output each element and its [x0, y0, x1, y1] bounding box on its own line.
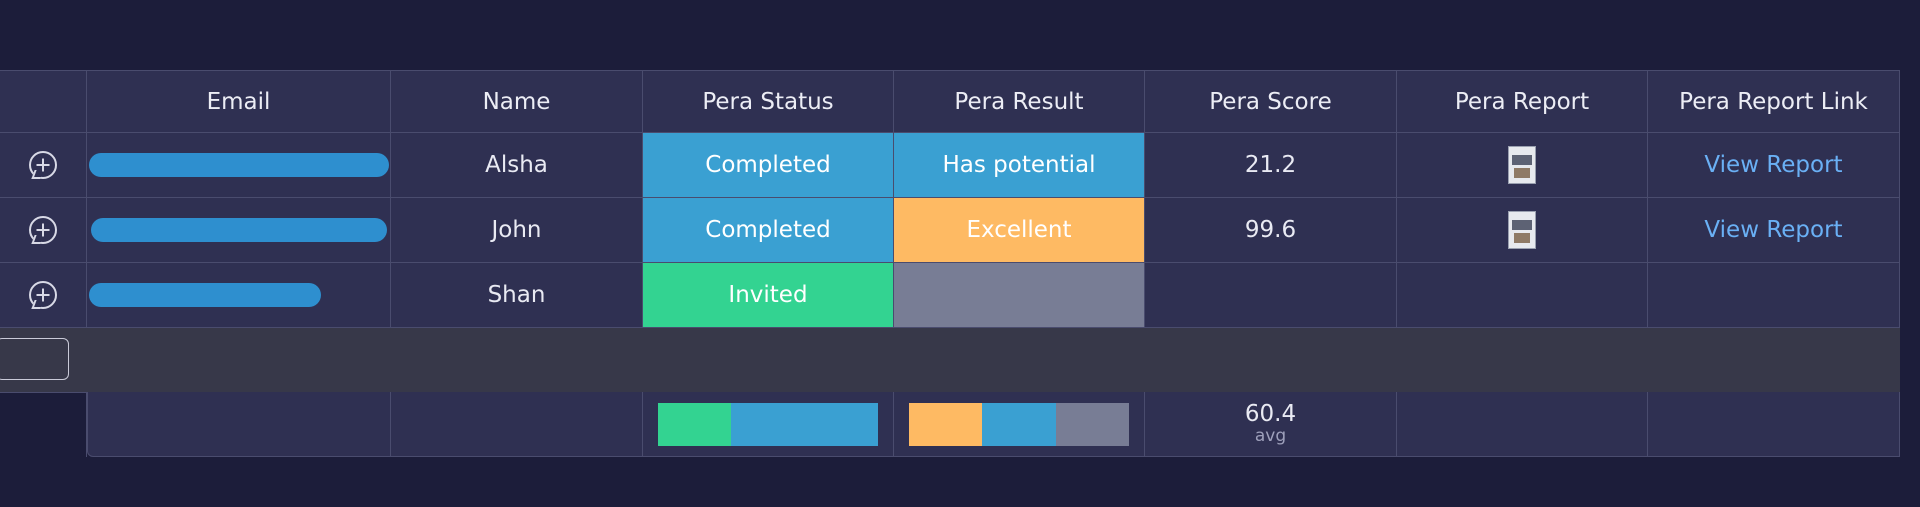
status-cell[interactable]: Completed — [643, 133, 894, 198]
status-summary-bar[interactable] — [658, 402, 878, 446]
header-pera-status[interactable]: Pera Status — [643, 70, 894, 133]
header-pera-report[interactable]: Pera Report — [1397, 70, 1648, 133]
summary-report — [1397, 392, 1648, 457]
header-action-column — [0, 70, 87, 133]
header-pera-report-link[interactable]: Pera Report Link — [1648, 70, 1900, 133]
summary-segment — [658, 402, 732, 446]
result-cell[interactable]: Has potential — [894, 133, 1145, 198]
header-email[interactable]: Email — [87, 70, 391, 133]
summary-report-link — [1648, 392, 1900, 457]
report-cell[interactable] — [1397, 133, 1648, 198]
report-thumbnail-icon[interactable] — [1508, 146, 1536, 184]
status-summary-cell[interactable] — [643, 392, 894, 457]
summary-row: 60.4 avg — [0, 392, 1900, 457]
row-add-update-cell[interactable] — [0, 263, 87, 328]
email-cell[interactable] — [87, 263, 391, 328]
score-summary-cell[interactable]: 60.4 avg — [1145, 392, 1397, 457]
score-average: 60.4 avg — [1245, 403, 1296, 445]
header-pera-score[interactable]: Pera Score — [1145, 70, 1397, 133]
row-add-update-cell[interactable] — [0, 133, 87, 198]
result-summary-bar[interactable] — [909, 402, 1129, 446]
add-item-row — [0, 328, 1900, 393]
redacted-email — [89, 283, 321, 307]
summary-segment — [982, 402, 1056, 446]
header-name[interactable]: Name — [391, 70, 643, 133]
summary-segment — [1055, 402, 1129, 446]
table-row: Alsha Completed Has potential 21.2 View … — [0, 133, 1900, 198]
view-report-link[interactable]: View Report — [1648, 133, 1900, 198]
report-cell[interactable] — [1397, 263, 1648, 328]
average-value: 60.4 — [1244, 401, 1297, 427]
result-summary-cell[interactable] — [894, 392, 1145, 457]
name-cell[interactable]: Alsha — [391, 133, 643, 198]
result-cell[interactable]: Excellent — [894, 198, 1145, 263]
table-row: Shan Invited — [0, 263, 1900, 328]
add-update-icon[interactable] — [29, 281, 57, 309]
status-cell[interactable]: Completed — [643, 198, 894, 263]
header-pera-result[interactable]: Pera Result — [894, 70, 1145, 133]
row-add-update-cell[interactable] — [0, 198, 87, 263]
view-report-link[interactable]: View Report — [1648, 198, 1900, 263]
score-cell[interactable] — [1145, 263, 1397, 328]
table-row: John Completed Excellent 99.6 View Repor… — [0, 198, 1900, 263]
email-cell[interactable] — [87, 198, 391, 263]
average-label: avg — [1254, 426, 1287, 446]
score-cell[interactable]: 99.6 — [1145, 198, 1397, 263]
add-item-input[interactable] — [0, 338, 69, 380]
summary-name — [391, 392, 643, 457]
name-cell[interactable]: Shan — [391, 263, 643, 328]
table-header: Email Name Pera Status Pera Result Pera … — [0, 70, 1900, 133]
summary-email — [87, 392, 391, 457]
email-cell[interactable] — [87, 133, 391, 198]
report-cell[interactable] — [1397, 198, 1648, 263]
add-update-icon[interactable] — [29, 216, 57, 244]
report-link-cell[interactable] — [1648, 263, 1900, 328]
score-cell[interactable]: 21.2 — [1145, 133, 1397, 198]
report-thumbnail-icon[interactable] — [1508, 211, 1536, 249]
summary-spacer — [0, 392, 87, 457]
result-cell[interactable] — [894, 263, 1145, 328]
add-update-icon[interactable] — [29, 151, 57, 179]
redacted-email — [90, 218, 387, 242]
name-cell[interactable]: John — [391, 198, 643, 263]
summary-segment — [731, 402, 878, 446]
redacted-email — [88, 153, 389, 177]
summary-segment — [909, 402, 983, 446]
status-cell[interactable]: Invited — [643, 263, 894, 328]
